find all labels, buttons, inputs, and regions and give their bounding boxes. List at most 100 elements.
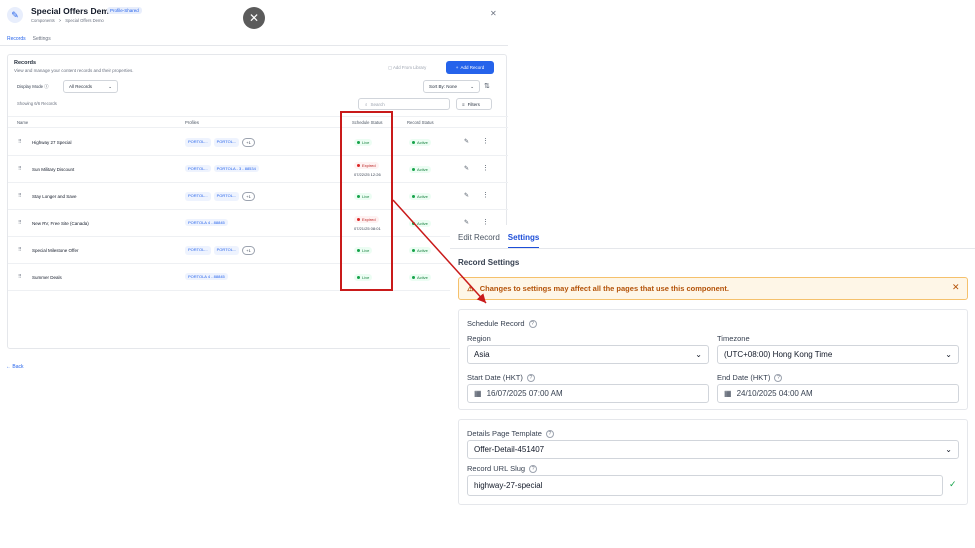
tab-settings-active[interactable]: Settings bbox=[507, 233, 540, 249]
drag-handle-icon[interactable]: ⠿ bbox=[18, 139, 22, 145]
column-name[interactable]: Name bbox=[17, 120, 28, 125]
profiles-cell: PORTOLA 4 - 88845 bbox=[185, 219, 228, 226]
profiles-cell: PORTOL... PORTOL... +1 bbox=[185, 246, 255, 255]
breadcrumb-components[interactable]: Components bbox=[31, 18, 55, 23]
tab-divider bbox=[0, 45, 508, 46]
overlay-close-button[interactable]: ✕ bbox=[243, 7, 265, 29]
record-status-badge: Active bbox=[409, 220, 431, 227]
profile-chip[interactable]: PORTOL... bbox=[213, 138, 240, 147]
back-link[interactable]: ← Back bbox=[6, 364, 24, 370]
drag-handle-icon[interactable]: ⠿ bbox=[18, 247, 22, 253]
record-name[interactable]: Special Milestone Offer bbox=[32, 248, 78, 253]
breadcrumb-current: Special Offers Demo bbox=[65, 18, 104, 23]
timezone-select[interactable]: (UTC+08:00) Hong Kong Time ⌄ bbox=[717, 345, 959, 364]
schedule-status-highlight bbox=[340, 111, 393, 291]
profile-chip[interactable]: PORTOLA 4 - 88845 bbox=[185, 219, 228, 226]
region-label: Region bbox=[467, 334, 491, 343]
record-status-badge: Active bbox=[409, 247, 431, 254]
edit-icon[interactable]: ✎ bbox=[464, 165, 469, 172]
record-name[interactable]: Sun Military Discount bbox=[32, 167, 74, 172]
close-icon[interactable]: ✕ bbox=[952, 282, 960, 293]
end-date-field[interactable]: ▦ 24/10/2025 04:00 AM bbox=[717, 384, 959, 403]
calendar-icon: ▦ bbox=[724, 389, 732, 398]
profile-chip[interactable]: PORTOL... bbox=[213, 192, 240, 201]
profile-chip[interactable]: PORTOL... bbox=[185, 192, 211, 201]
tab-edit-record[interactable]: Edit Record bbox=[458, 233, 500, 249]
record-name[interactable]: Stay Longer and Save bbox=[32, 194, 77, 199]
chevron-down-icon: ⌄ bbox=[470, 84, 474, 89]
breadcrumb-separator: > bbox=[58, 18, 62, 23]
table-row[interactable]: ⠿ Special Milestone Offer PORTOL... PORTO… bbox=[8, 237, 508, 264]
table-row[interactable]: ⠿ Sun Military Discount PORTOL... PORTOLA… bbox=[8, 156, 508, 183]
profiles-cell: PORTOLA 4 - 88845 bbox=[185, 273, 228, 280]
profile-chip[interactable]: +1 bbox=[242, 138, 255, 147]
close-icon[interactable]: ✕ bbox=[490, 9, 497, 18]
schedule-record-label: Schedule Record? bbox=[467, 319, 537, 328]
slug-input[interactable]: highway-27-special bbox=[467, 475, 943, 496]
profiles-cell: PORTOL... PORTOL... +1 bbox=[185, 138, 255, 147]
profiles-cell: PORTOL... PORTOL... +1 bbox=[185, 192, 255, 201]
sort-select[interactable]: Sort By: None ⌄ bbox=[423, 80, 480, 93]
edit-icon[interactable]: ✎ bbox=[464, 192, 469, 199]
more-options-icon[interactable]: ⋮ bbox=[482, 137, 489, 145]
profile-chip[interactable]: +1 bbox=[242, 246, 255, 255]
add-from-library-button[interactable]: ▢ Add From Library bbox=[388, 65, 426, 71]
breadcrumb: Components > Special Offers Demo bbox=[31, 18, 104, 23]
profile-shared-badge: Profile-Shared bbox=[107, 7, 142, 14]
record-settings-title: Record Settings bbox=[458, 258, 520, 267]
drag-handle-icon[interactable]: ⠿ bbox=[18, 166, 22, 172]
filter-icon: ≡ bbox=[462, 101, 465, 107]
help-icon: ? bbox=[526, 373, 535, 382]
template-select[interactable]: Offer-Detail-451407 ⌄ bbox=[467, 440, 959, 459]
page-title: Special Offers Demo bbox=[31, 6, 115, 16]
plus-icon: + bbox=[455, 65, 459, 70]
display-mode-label: Display Mode ⓘ bbox=[17, 84, 49, 89]
profile-chip[interactable]: PORTOLA 4 - 88845 bbox=[185, 273, 228, 280]
profile-chip[interactable]: PORTOLA - 3 - 88534 bbox=[213, 165, 259, 172]
template-label: Details Page Template? bbox=[467, 429, 554, 438]
column-record-status[interactable]: Record Status bbox=[407, 120, 434, 125]
check-circle-icon: ✓ bbox=[949, 479, 957, 489]
drag-handle-icon[interactable]: ⠿ bbox=[18, 193, 22, 199]
record-name[interactable]: New RV, Free Site (Canada) bbox=[32, 221, 89, 226]
profile-chip[interactable]: PORTOL... bbox=[185, 246, 211, 255]
help-icon: ? bbox=[529, 464, 538, 473]
search-icon: ⌕ bbox=[365, 101, 368, 107]
drag-handle-icon[interactable]: ⠿ bbox=[18, 220, 22, 226]
chevron-down-icon: ⌄ bbox=[945, 350, 952, 359]
warning-icon: ⚠ bbox=[467, 284, 474, 293]
search-input[interactable]: ⌕ Search bbox=[358, 98, 450, 110]
table-row[interactable]: ⠿ Highway 27 Special PORTOL... PORTOL... +… bbox=[8, 129, 508, 156]
records-title: Records bbox=[14, 60, 37, 66]
record-status-badge: Active bbox=[409, 166, 431, 173]
add-record-button[interactable]: + Add Record bbox=[446, 61, 494, 74]
profile-chip[interactable]: PORTOL... bbox=[185, 138, 211, 147]
table-header: Name Profiles Schedule Status Record Sta… bbox=[8, 116, 508, 128]
sort-order-icon[interactable]: ⇅ bbox=[484, 82, 490, 90]
help-icon: ⓘ bbox=[44, 84, 49, 89]
more-options-icon[interactable]: ⋮ bbox=[482, 164, 489, 172]
filters-button[interactable]: ≡ Filters bbox=[456, 98, 492, 110]
profiles-cell: PORTOL... PORTOLA - 3 - 88534 bbox=[185, 165, 259, 172]
more-options-icon[interactable]: ⋮ bbox=[482, 191, 489, 199]
start-date-field[interactable]: ▦ 16/07/2025 07:00 AM bbox=[467, 384, 709, 403]
chevron-down-icon: ⌄ bbox=[695, 350, 702, 359]
end-date-label: End Date (HKT)? bbox=[717, 373, 783, 382]
profile-chip[interactable]: PORTOL... bbox=[185, 165, 211, 172]
profile-chip[interactable]: +1 bbox=[242, 192, 255, 201]
column-profiles[interactable]: Profiles bbox=[185, 120, 199, 125]
table-row[interactable]: ⠿ New RV, Free Site (Canada) PORTOLA 4 -… bbox=[8, 210, 508, 237]
table-row[interactable]: ⠿ Summer Deals PORTOLA 4 - 88845 Live Ac… bbox=[8, 264, 508, 291]
profile-chip[interactable]: PORTOL... bbox=[213, 246, 240, 255]
help-icon: ? bbox=[774, 373, 783, 382]
drag-handle-icon[interactable]: ⠿ bbox=[18, 274, 22, 280]
table-row[interactable]: ⠿ Stay Longer and Save PORTOL... PORTOL..… bbox=[8, 183, 508, 210]
edit-icon[interactable]: ✎ bbox=[464, 138, 469, 145]
timezone-label: Timezone bbox=[717, 334, 750, 343]
display-mode-select[interactable]: All Records ⌄ bbox=[63, 80, 118, 93]
schedule-section: Schedule Record? Region Asia ⌄ Timezone (… bbox=[458, 309, 968, 410]
record-name[interactable]: Highway 27 Special bbox=[32, 140, 72, 145]
region-select[interactable]: Asia ⌄ bbox=[467, 345, 709, 364]
help-icon: ? bbox=[528, 319, 537, 328]
record-name[interactable]: Summer Deals bbox=[32, 275, 62, 280]
